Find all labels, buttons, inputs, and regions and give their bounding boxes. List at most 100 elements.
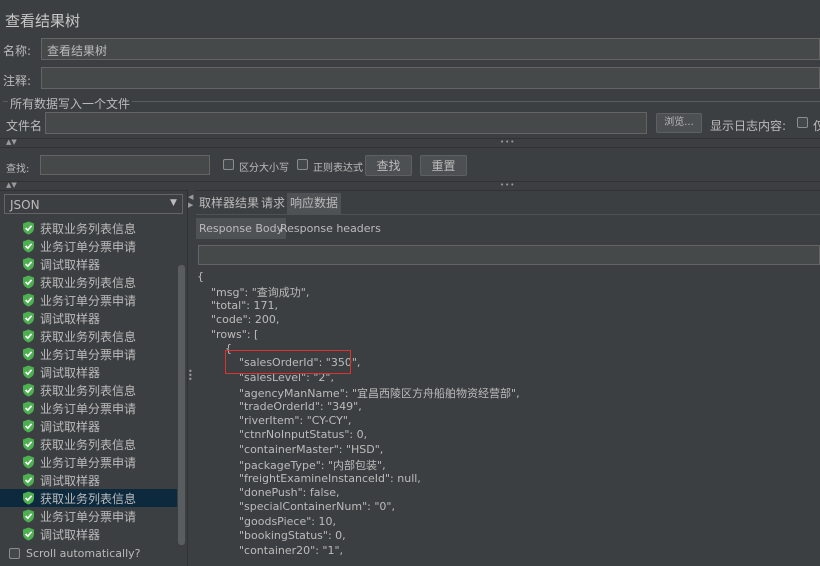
tree-item[interactable]: 业务订单分票申请 — [0, 345, 177, 363]
tree-item[interactable]: 获取业务列表信息 — [0, 219, 177, 237]
tree-item[interactable]: 获取业务列表信息 — [0, 327, 177, 345]
tab-request[interactable]: 请求 — [258, 193, 288, 214]
file-label: 文件名 — [6, 119, 43, 133]
response-line: "bookingStatus": 0, — [197, 529, 346, 543]
tree-item-label: 调试取样器 — [40, 420, 101, 434]
log-label: 显示日志内容: — [710, 119, 787, 133]
response-line: "code": 200, — [197, 313, 280, 327]
scroll-auto-label: Scroll automatically? — [26, 547, 141, 560]
tab-divider — [196, 214, 820, 215]
response-line: { — [197, 270, 204, 283]
response-line: "rows": [ — [197, 327, 259, 341]
tree-item-label: 调试取样器 — [40, 474, 101, 488]
success-shield-icon — [23, 491, 34, 505]
tree-item[interactable]: 业务订单分票申请 — [0, 507, 177, 525]
success-shield-icon — [23, 383, 34, 397]
name-label: 名称: — [3, 44, 32, 58]
collapse-arrows-icon[interactable]: ▲▼ — [6, 138, 17, 146]
success-shield-icon — [23, 311, 34, 325]
tree-item[interactable]: 调试取样器 — [0, 363, 177, 381]
browse-button[interactable]: 浏览... — [656, 113, 702, 133]
tree-item[interactable]: 业务订单分票申请 — [0, 453, 177, 471]
tree-scrollbar-thumb[interactable] — [178, 265, 185, 545]
tree-item[interactable]: 调试取样器 — [0, 309, 177, 327]
tab-response-headers[interactable]: Response headers — [277, 218, 384, 239]
tree-item[interactable]: 获取业务列表信息 — [0, 381, 177, 399]
splitter-middle[interactable] — [0, 181, 820, 191]
find-button[interactable]: 查找 — [365, 155, 412, 176]
success-shield-icon — [23, 257, 34, 271]
tree-item[interactable]: 业务订单分票申请 — [0, 399, 177, 417]
comment-label: 注释: — [3, 74, 32, 88]
filename-input[interactable] — [45, 112, 647, 134]
success-shield-icon — [23, 347, 34, 361]
sampler-tree[interactable]: 获取业务列表信息 业务订单分票申请 调试取样器 获取业务列表信息 业务订单分票申请 调试取… — [0, 219, 177, 545]
renderer-select[interactable]: JSON ▼ — [4, 194, 183, 214]
vertical-grip-icon: • • • — [188, 367, 193, 384]
name-field[interactable]: 查看结果树 — [41, 38, 820, 60]
tree-item[interactable]: 调试取样器 — [0, 417, 177, 435]
success-shield-icon — [23, 275, 34, 289]
tree-item-label: 业务订单分票申请 — [40, 294, 137, 308]
scroll-auto-checkbox[interactable] — [9, 548, 20, 559]
collapse-arrows-icon-2[interactable]: ▲▼ — [6, 181, 17, 189]
success-shield-icon — [23, 509, 34, 523]
tree-item-label: 获取业务列表信息 — [40, 276, 137, 290]
response-line: "tradeOrderId": "349", — [197, 399, 362, 413]
tree-item[interactable]: 获取业务列表信息 — [0, 435, 177, 453]
tree-scrollbar[interactable] — [177, 219, 186, 545]
success-shield-icon — [23, 239, 34, 253]
regex-label: 正则表达式 — [313, 163, 363, 174]
tree-item-label: 获取业务列表信息 — [40, 384, 137, 398]
tree-item[interactable]: 获取业务列表信息 — [0, 489, 177, 507]
response-line: "donePush": false, — [197, 486, 340, 499]
tree-item-label: 调试取样器 — [40, 258, 101, 272]
log-checkbox[interactable] — [797, 117, 808, 128]
case-sensitive-label: 区分大小写 — [239, 163, 289, 174]
response-line: "container20": "1", — [197, 543, 344, 557]
tree-item[interactable]: 调试取样器 — [0, 255, 177, 273]
success-shield-icon — [23, 221, 34, 235]
success-shield-icon — [23, 473, 34, 487]
tree-item[interactable]: 调试取样器 — [0, 471, 177, 489]
response-filter-input[interactable] — [198, 245, 820, 265]
tree-item-label: 业务订单分票申请 — [40, 456, 137, 470]
splitter-top[interactable] — [0, 138, 820, 148]
tree-item[interactable]: 业务订单分票申请 — [0, 237, 177, 255]
success-shield-icon — [23, 329, 34, 343]
search-label: 查找: — [6, 164, 30, 175]
tree-item-label: 调试取样器 — [40, 366, 101, 380]
panel-title: 查看结果树 — [5, 12, 81, 30]
split-arrows-icon[interactable]: ◀ ▶ — [188, 193, 193, 209]
tree-item-label: 获取业务列表信息 — [40, 492, 137, 506]
response-line: "containerMaster": "HSD", — [197, 442, 384, 456]
success-shield-icon — [23, 419, 34, 433]
comment-field[interactable] — [41, 67, 820, 89]
group-title: 所有数据写入一个文件 — [8, 95, 133, 112]
case-sensitive-checkbox[interactable] — [223, 159, 234, 170]
name-value: 查看结果树 — [47, 44, 108, 58]
highlight-box — [225, 350, 351, 374]
tree-item[interactable]: 业务订单分票申请 — [0, 291, 177, 309]
response-line: "specialContainerNum": "0", — [197, 500, 395, 514]
regex-checkbox[interactable] — [297, 159, 308, 170]
response-line: "riverItem": "CY-CY", — [197, 414, 352, 427]
tab-response-data[interactable]: 响应数据 — [287, 193, 342, 214]
response-body[interactable]: { "msg": "查询成功", "total": 171, "code": 2… — [197, 270, 820, 566]
reset-button[interactable]: 重置 — [420, 155, 467, 176]
tree-item[interactable]: 调试取样器 — [0, 525, 177, 543]
success-shield-icon — [23, 401, 34, 415]
tree-item-label: 调试取样器 — [40, 528, 101, 542]
tab-response-body[interactable]: Response Body — [196, 218, 287, 239]
splitter-grip-icon: ••• — [500, 138, 516, 146]
success-shield-icon — [23, 527, 34, 541]
tree-item[interactable]: 获取业务列表信息 — [0, 273, 177, 291]
splitter-grip-icon-2: ••• — [500, 181, 516, 189]
response-line: "freightExamineInstanceId": null, — [197, 471, 421, 485]
tree-item-label: 调试取样器 — [40, 312, 101, 326]
response-line: "goodsPiece": 10, — [197, 514, 336, 528]
success-shield-icon — [23, 437, 34, 451]
search-input[interactable] — [40, 155, 210, 175]
tab-sampler-result[interactable]: 取样器结果 — [196, 193, 262, 214]
renderer-value: JSON — [10, 198, 40, 212]
